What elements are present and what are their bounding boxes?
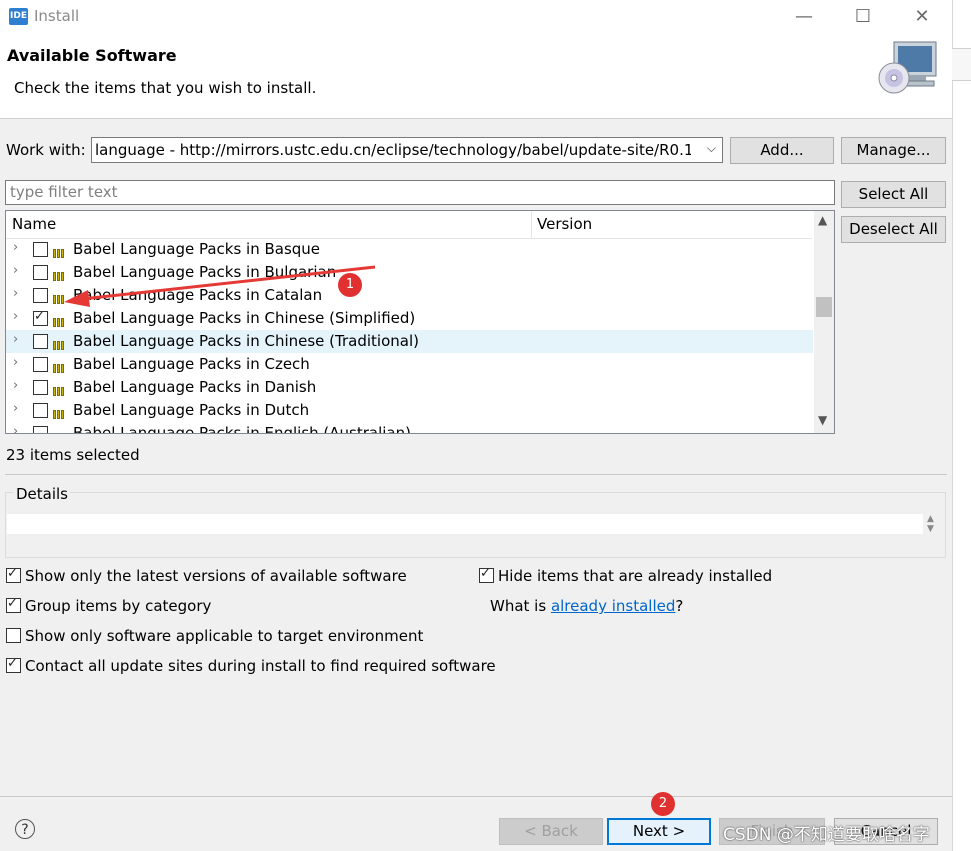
annotation-arrow bbox=[64, 265, 376, 307]
watermark: CSDN @不知道要取啥名字 bbox=[723, 825, 930, 845]
step-marker-1: 1 bbox=[338, 273, 362, 297]
step-marker-2: 2 bbox=[651, 792, 675, 816]
